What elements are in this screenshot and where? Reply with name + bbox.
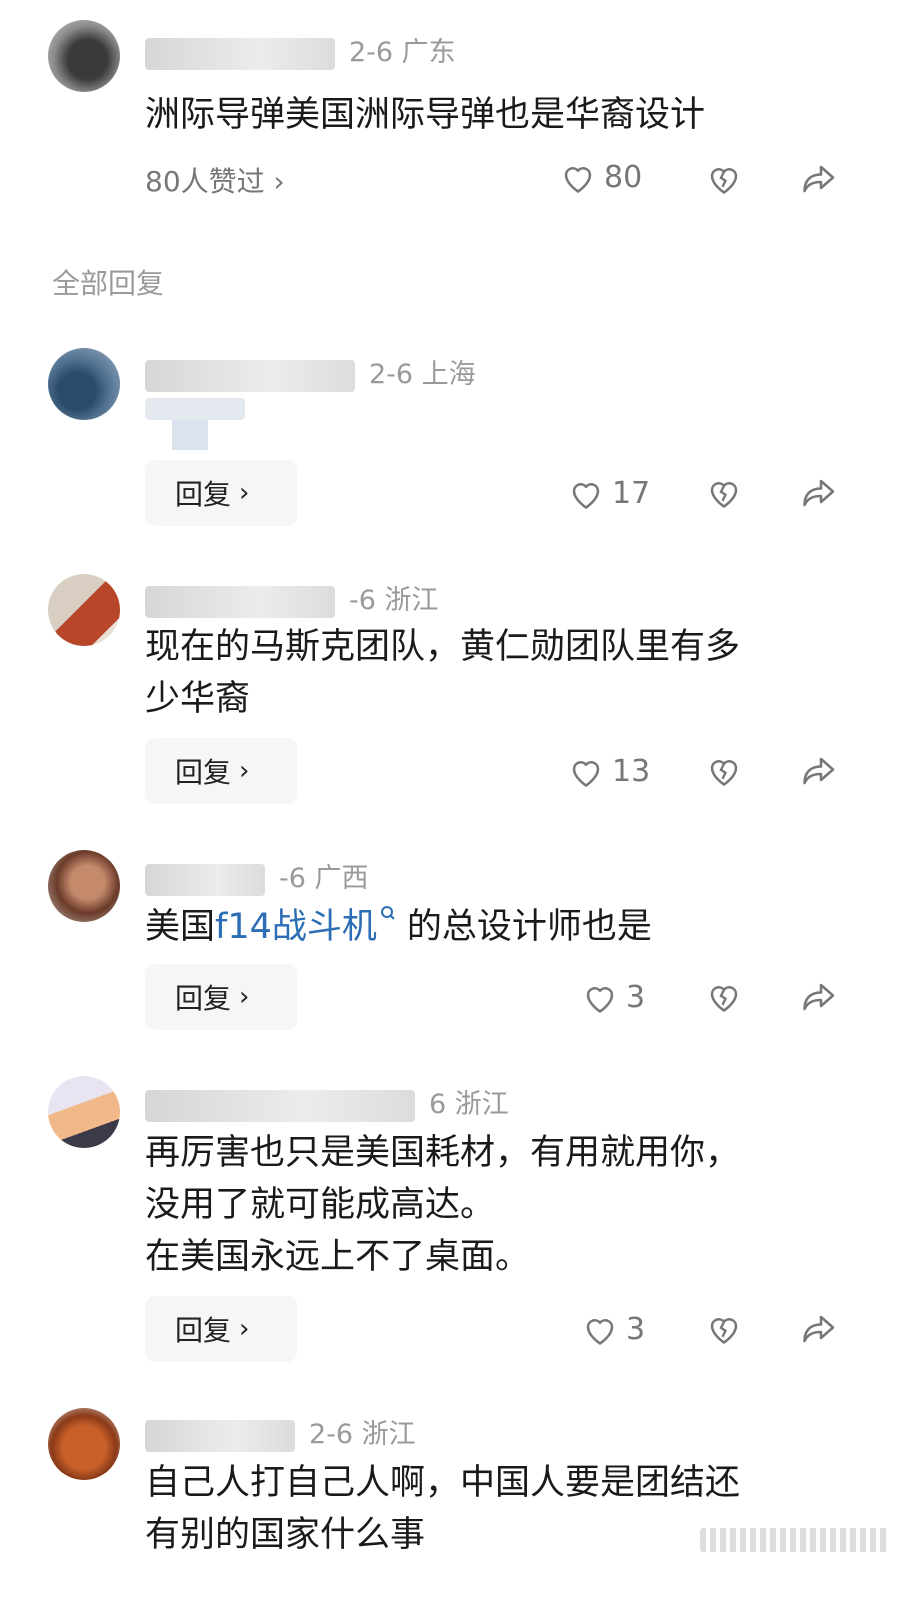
- like-count: 17: [612, 476, 651, 511]
- comment-meta: 2-6 上海: [145, 352, 476, 392]
- like-count: 80: [604, 160, 643, 195]
- avatar[interactable]: [48, 850, 120, 922]
- comment-meta: 6 浙江: [145, 1082, 509, 1122]
- avatar[interactable]: [48, 20, 120, 92]
- comment-text-line: 有别的国家什么事: [145, 1515, 426, 1555]
- like-button[interactable]: 3: [582, 1312, 645, 1347]
- like-button[interactable]: 80: [560, 160, 642, 195]
- broken-heart-icon: [710, 1318, 738, 1344]
- avatar[interactable]: [48, 1076, 120, 1148]
- watermark: [700, 1528, 890, 1552]
- comment-text-suffix: 的总设计师也是: [406, 907, 652, 947]
- comment-text: 洲际导弹美国洲际导弹也是华裔设计: [145, 95, 706, 135]
- chevron-right-icon: ›: [239, 982, 250, 1012]
- share-button[interactable]: [800, 476, 836, 510]
- dislike-button[interactable]: [706, 754, 742, 788]
- share-arrow-icon: [803, 983, 835, 1011]
- meta-text: -6 广西: [279, 863, 369, 894]
- reply-button[interactable]: 回复 ›: [145, 964, 297, 1030]
- broken-heart-icon: [710, 760, 738, 786]
- like-button[interactable]: 17: [568, 476, 650, 511]
- heart-outline-icon: [572, 760, 600, 787]
- heart-outline-icon: [586, 1318, 614, 1345]
- reply-label: 回复: [175, 478, 232, 511]
- like-count: 3: [626, 980, 646, 1015]
- share-arrow-icon: [803, 757, 835, 785]
- dislike-button[interactable]: [706, 980, 742, 1014]
- comment-meta: 2-6 浙江: [145, 1412, 416, 1452]
- broken-heart-icon: [710, 986, 738, 1012]
- share-button[interactable]: [800, 162, 836, 196]
- meta-text: 2-6 浙江: [309, 1419, 416, 1450]
- heart-outline-icon: [572, 482, 600, 509]
- dislike-button[interactable]: [706, 162, 742, 196]
- comment-meta: -6 浙江: [145, 578, 439, 618]
- like-button[interactable]: 13: [568, 754, 650, 789]
- dislike-button[interactable]: [706, 476, 742, 510]
- share-arrow-icon: [803, 165, 835, 193]
- redacted-content: [145, 398, 245, 420]
- share-arrow-icon: [803, 1315, 835, 1343]
- reply-button[interactable]: 回复 ›: [145, 1296, 297, 1362]
- meta-text: 6 浙江: [429, 1089, 509, 1120]
- avatar[interactable]: [48, 574, 120, 646]
- chevron-right-icon: ›: [239, 1314, 250, 1344]
- share-arrow-icon: [803, 479, 835, 507]
- broken-heart-icon: [710, 482, 738, 508]
- like-count: 3: [626, 1312, 646, 1347]
- meta-text: 2-6 上海: [369, 359, 476, 390]
- reply-label: 回复: [175, 756, 232, 789]
- comment-text: 美国f14战斗机 的总设计师也是: [145, 900, 652, 954]
- share-button[interactable]: [800, 1312, 836, 1346]
- reply-button[interactable]: 回复 ›: [145, 460, 297, 526]
- reply-button[interactable]: 回复 ›: [145, 738, 297, 804]
- avatar[interactable]: [48, 348, 120, 420]
- share-button[interactable]: [800, 754, 836, 788]
- likers-link[interactable]: 80人赞过 ›: [145, 160, 285, 200]
- search-icon[interactable]: [379, 904, 397, 926]
- redacted-content: [172, 420, 208, 450]
- chevron-right-icon: ›: [239, 478, 250, 508]
- like-count: 13: [612, 754, 651, 789]
- heart-outline-icon: [564, 166, 592, 193]
- share-button[interactable]: [800, 980, 836, 1014]
- dislike-button[interactable]: [706, 1312, 742, 1346]
- section-title-all-replies: 全部回复: [52, 267, 165, 300]
- comment-meta: -6 广西: [145, 856, 369, 896]
- reply-label: 回复: [175, 982, 232, 1015]
- comment-meta: 2-6 广东: [145, 30, 456, 70]
- comment-text-line: 没用了就可能成高达。: [145, 1185, 496, 1225]
- comment-text-line: 再厉害也只是美国耗材，有用就用你，: [145, 1133, 741, 1173]
- comment-text-line: 现在的马斯克团队，黄仁勋团队里有多: [145, 627, 741, 667]
- like-button[interactable]: 3: [582, 980, 645, 1015]
- meta-text: 2-6 广东: [349, 37, 456, 68]
- comment-text-line: 少华裔: [145, 679, 251, 719]
- topic-link[interactable]: f14战斗机: [215, 907, 377, 947]
- comment-text-prefix: 美国: [145, 907, 216, 947]
- broken-heart-icon: [710, 168, 738, 194]
- chevron-right-icon: ›: [239, 756, 250, 786]
- avatar[interactable]: [48, 1408, 120, 1480]
- reply-label: 回复: [175, 1314, 232, 1347]
- comment-text-line: 自己人打自己人啊，中国人要是团结还: [145, 1463, 741, 1503]
- meta-text: -6 浙江: [349, 585, 439, 616]
- heart-outline-icon: [586, 986, 614, 1013]
- comment-text-line: 在美国永远上不了桌面。: [145, 1237, 531, 1277]
